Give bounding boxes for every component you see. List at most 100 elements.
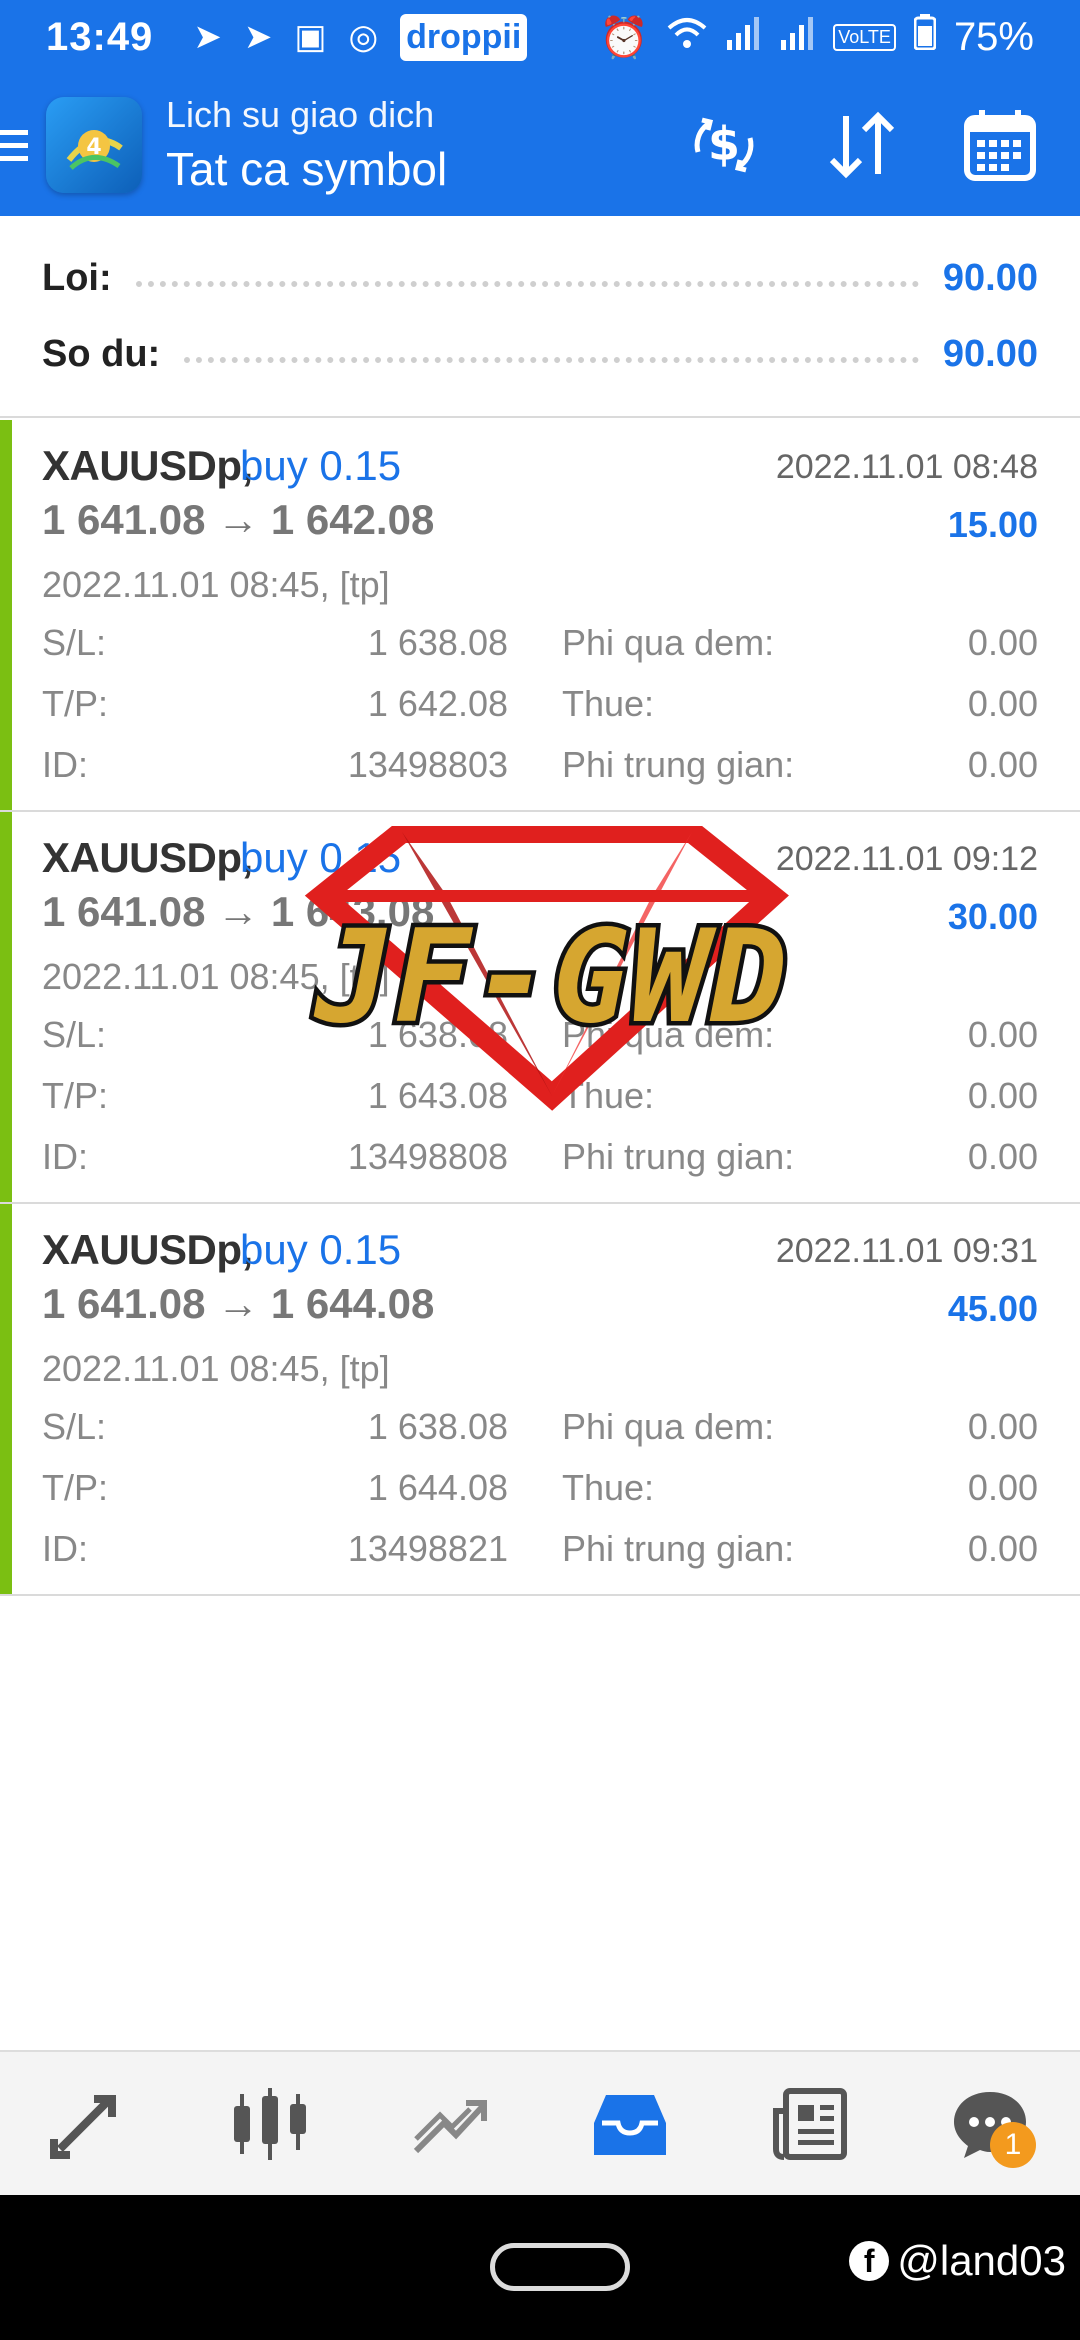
sync-icon: ◎: [348, 18, 379, 56]
trade-detail-row: ID: 13498803 Phi trung gian: 0.00: [42, 744, 1038, 794]
trade-prices: 1 641.08 → 1 644.08: [42, 1280, 435, 1327]
trade-detail-row: T/P: 1 642.08 Thue: 0.00: [42, 683, 1038, 733]
menu-icon[interactable]: [0, 129, 30, 161]
commission-label: Phi trung gian:: [562, 1136, 795, 1177]
app-logo: 4: [46, 97, 142, 193]
balance-row: So du: 90.00: [42, 324, 1038, 384]
volte-icon: VoLTE: [833, 23, 896, 51]
trade-detail-row: T/P: 1 644.08 Thue: 0.00: [42, 1467, 1038, 1517]
telegram-icon: ➤: [193, 18, 222, 56]
tp-label: T/P:: [42, 683, 109, 724]
system-status: ⏰ VoLTE 75%: [599, 14, 1034, 61]
swap-value: 0.00: [967, 1014, 1038, 1055]
trade-symbol: XAUUSDp,: [42, 1226, 253, 1273]
chat-icon[interactable]: 1: [940, 2074, 1040, 2174]
shopee-icon: ▣: [294, 18, 327, 56]
home-button[interactable]: [490, 2243, 630, 2291]
id-value: 13498821: [347, 1528, 508, 1569]
tp-value: 1 642.08: [367, 683, 508, 724]
battery-level: 75%: [953, 14, 1034, 59]
tax-label: Thue:: [562, 683, 655, 724]
signal-icon: [725, 15, 761, 60]
chat-badge: 1: [990, 2121, 1036, 2168]
trend-icon[interactable]: [400, 2074, 500, 2174]
profit-indicator: [0, 812, 12, 1202]
app-bar: 4 Lich su giao dich Tat ca symbol $: [0, 74, 1080, 216]
system-navigation-bar: ‹ f @land03: [0, 2195, 1080, 2340]
trade-item[interactable]: XAUUSDp, buy 0.15 2022.11.01 09:31 1 641…: [0, 1204, 1080, 1596]
news-icon[interactable]: [760, 2074, 860, 2174]
trade-direction: buy 0.15: [240, 442, 402, 489]
wifi-icon: [667, 15, 707, 60]
commission-value: 0.00: [967, 1528, 1038, 1569]
profit-indicator: [0, 1204, 12, 1594]
dotted-leader: [184, 357, 919, 363]
tp-label: T/P:: [42, 1075, 109, 1116]
swap-label: Phi qua dem:: [562, 1406, 775, 1447]
summary-panel: Loi: 90.00 So du: 90.00: [0, 216, 1080, 418]
trade-profit: 15.00: [947, 504, 1038, 545]
tax-label: Thue:: [562, 1467, 655, 1508]
watermark-logo: JF-GWD: [282, 821, 842, 1116]
swap-label: Phi qua dem:: [562, 622, 775, 663]
commission-value: 0.00: [967, 744, 1038, 785]
trade-profit: 45.00: [947, 1288, 1038, 1329]
tp-label: T/P:: [42, 1467, 109, 1508]
trade-open-info: 2022.11.01 08:45, [tp]: [42, 1348, 390, 1389]
dotted-leader: [135, 281, 919, 287]
sl-value: 1 638.08: [367, 622, 508, 663]
trade-detail-row: ID: 13498808 Phi trung gian: 0.00: [42, 1136, 1038, 1186]
history-icon[interactable]: [580, 2074, 680, 2174]
currency-swap-icon[interactable]: $: [684, 105, 764, 185]
watermark-text: JF-GWD: [313, 903, 789, 1052]
commission-label: Phi trung gian:: [562, 1528, 795, 1569]
trade-prices: 1 641.08 → 1 642.08: [42, 496, 435, 543]
svg-text:$: $: [708, 117, 740, 171]
trade-direction: buy 0.15: [240, 1226, 402, 1273]
sl-label: S/L:: [42, 1014, 107, 1055]
profit-row: Loi: 90.00: [42, 248, 1038, 308]
trade-symbol: XAUUSDp,: [42, 442, 253, 489]
trade-detail-row: S/L: 1 638.08 Phi qua dem: 0.00: [42, 1406, 1038, 1456]
chart-icon[interactable]: [220, 2074, 320, 2174]
status-time: 13:49: [46, 14, 154, 59]
social-handle: f @land03: [849, 2237, 1066, 2285]
header-subtitle: Lich su giao dich: [166, 94, 435, 135]
sl-label: S/L:: [42, 622, 107, 663]
commission-value: 0.00: [967, 1136, 1038, 1177]
tax-value: 0.00: [967, 1467, 1038, 1508]
id-value: 13498808: [347, 1136, 508, 1177]
signal-icon: [779, 15, 815, 60]
tax-value: 0.00: [967, 683, 1038, 724]
trade-close-time: 2022.11.01 09:31: [775, 1232, 1038, 1270]
telegram-icon: ➤: [243, 18, 273, 56]
notification-icons: ➤ ➤ ▣ ◎ droppii: [193, 13, 528, 61]
id-value: 13498803: [347, 744, 508, 785]
status-bar: 13:49 ➤ ➤ ▣ ◎ droppii ⏰ VoLTE 75%: [0, 0, 1080, 74]
droppii-icon: droppii: [400, 13, 528, 61]
calendar-icon[interactable]: [960, 105, 1040, 185]
profit-indicator: [0, 420, 12, 810]
sl-value: 1 638.08: [367, 1406, 508, 1447]
tax-value: 0.00: [967, 1075, 1038, 1116]
header-title[interactable]: Tat ca symbol: [166, 142, 447, 196]
trade-icon[interactable]: [40, 2074, 140, 2174]
handle-text: @land03: [897, 2237, 1066, 2284]
tp-value: 1 644.08: [367, 1467, 508, 1508]
profit-value: 90.00: [942, 256, 1038, 299]
trade-detail-row: ID: 13498821 Phi trung gian: 0.00: [42, 1528, 1038, 1578]
header-titles: Lich su giao dich Tat ca symbol: [166, 94, 447, 196]
trade-item[interactable]: XAUUSDp, buy 0.15 2022.11.01 08:48 1 641…: [0, 420, 1080, 812]
trade-close-time: 2022.11.01 08:48: [775, 448, 1038, 486]
trade-detail-row: S/L: 1 638.08 Phi qua dem: 0.00: [42, 622, 1038, 672]
id-label: ID:: [42, 744, 89, 785]
sort-icon[interactable]: [822, 105, 902, 185]
facebook-icon: f: [849, 2241, 890, 2281]
alarm-icon: ⏰: [599, 15, 650, 60]
swap-value: 0.00: [967, 622, 1038, 663]
swap-value: 0.00: [967, 1406, 1038, 1447]
trade-open-info: 2022.11.01 08:45, [tp]: [42, 564, 390, 605]
id-label: ID:: [42, 1136, 89, 1177]
bottom-navigation: 1: [0, 2050, 1080, 2195]
battery-icon: [913, 14, 937, 60]
